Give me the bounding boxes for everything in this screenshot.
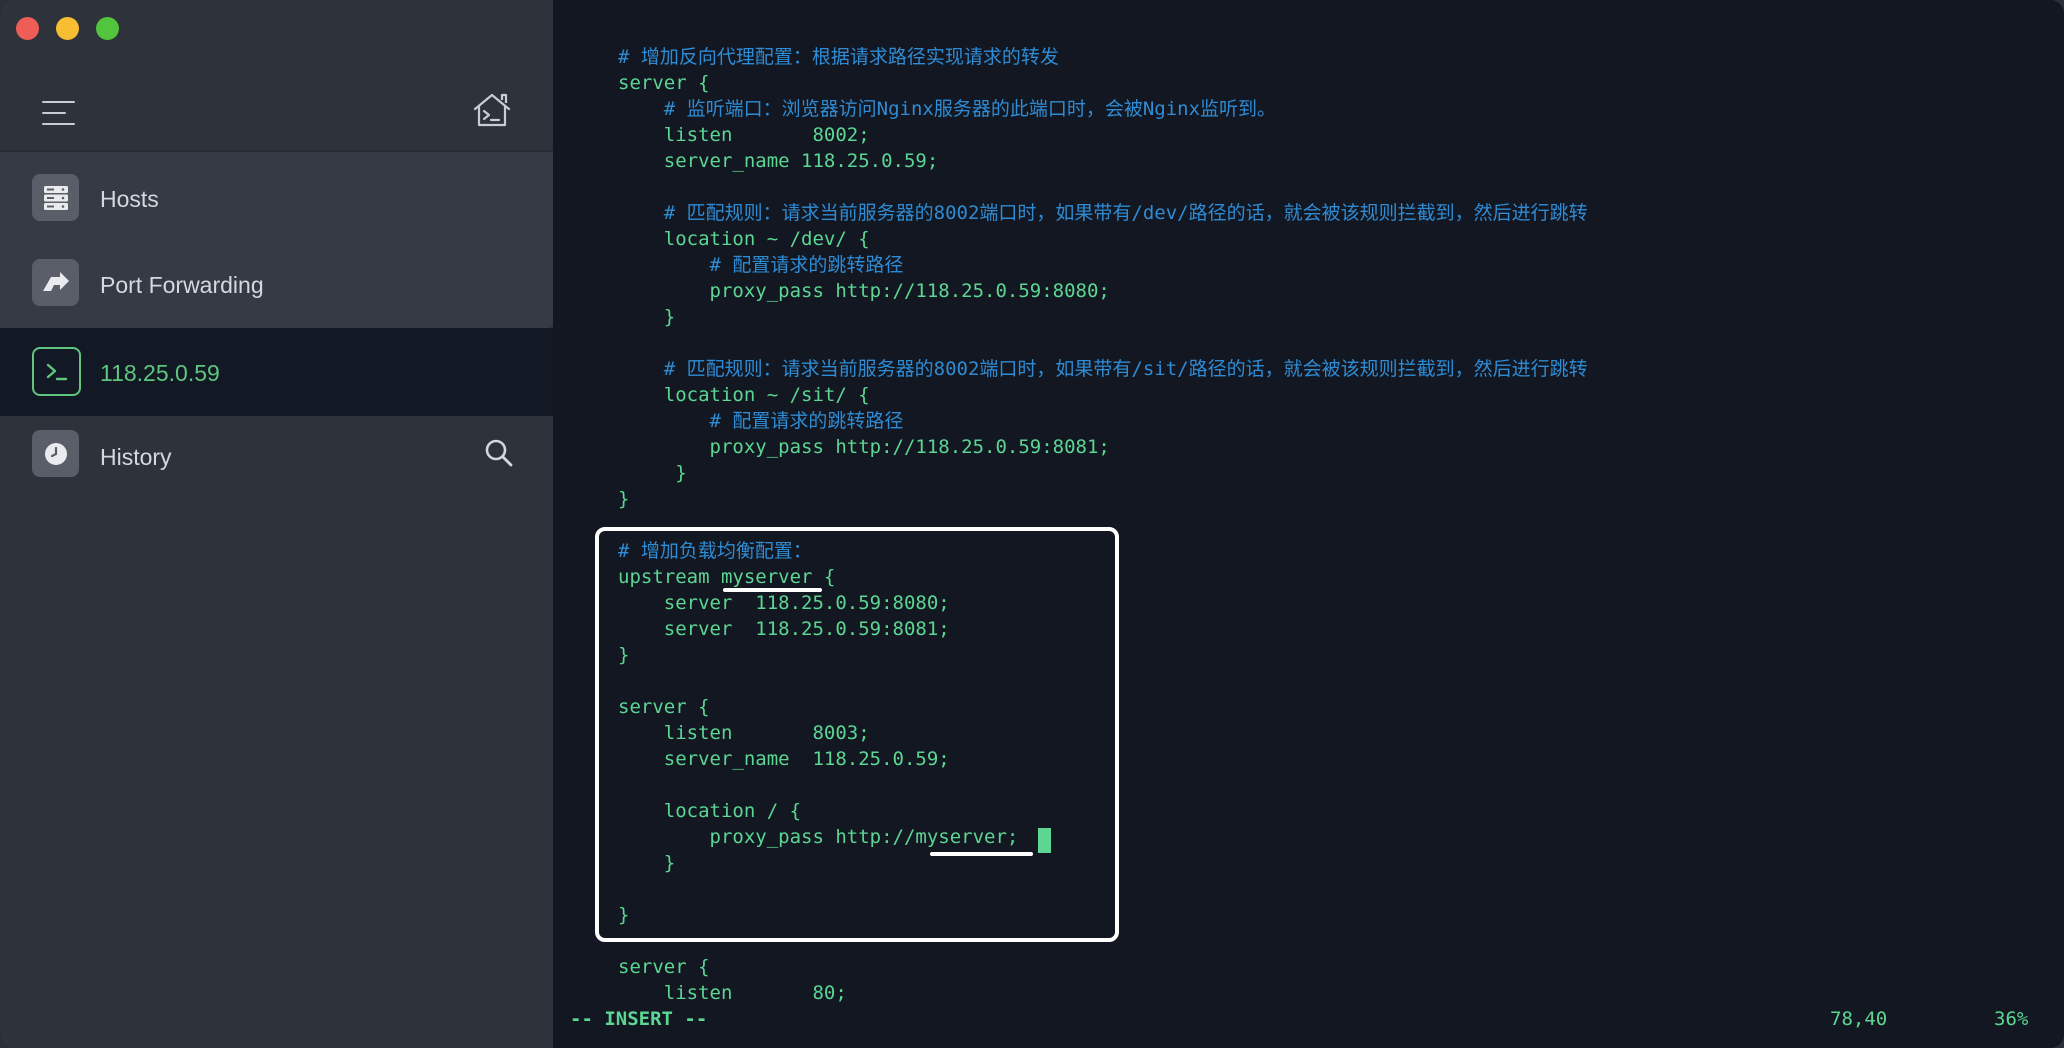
sidebar-item-port-forwarding[interactable]: Port Forwarding xyxy=(0,244,553,328)
highlight-box xyxy=(595,527,1119,942)
code-line: } xyxy=(618,306,676,328)
minimize-window-button[interactable] xyxy=(56,17,79,40)
code-comment-line: # 匹配规则：请求当前服务器的8002端口时，如果带有/dev/路径的话，就会被… xyxy=(618,202,1588,224)
underline-mark xyxy=(723,588,822,592)
code-line: listen 80; xyxy=(618,982,847,1004)
forward-arrow-icon xyxy=(32,259,79,306)
code-line: proxy_pass http://118.25.0.59:8081; xyxy=(618,436,1110,458)
code-comment-line: # 匹配规则：请求当前服务器的8002端口时，如果带有/sit/路径的话，就会被… xyxy=(618,358,1588,380)
code-line: server { xyxy=(618,956,710,978)
terminal-pane[interactable]: # 增加反向代理配置：根据请求路径实现请求的转发 server { # 监听端口：… xyxy=(553,0,2064,1048)
code-line: listen 8002; xyxy=(618,124,870,146)
clock-icon xyxy=(32,430,79,477)
mode-indicator: -- INSERT -- xyxy=(570,1008,708,1030)
cursor-position: 78,40 xyxy=(1830,1008,1888,1030)
code-comment-line: # 监听端口：浏览器访问Nginx服务器的此端口时，会被Nginx监听到。 xyxy=(618,98,1277,120)
sidebar: Hosts Port Forwarding 118.25.0.59 Histor… xyxy=(0,0,553,1048)
code-comment-line: # 配置请求的跳转路径 xyxy=(618,410,904,432)
sidebar-item-label: Port Forwarding xyxy=(100,272,264,298)
sidebar-item-label: 118.25.0.59 xyxy=(100,360,220,386)
sidebar-item-hosts[interactable]: Hosts xyxy=(0,156,553,240)
scroll-percent: 36% xyxy=(1994,1008,2029,1030)
server-rack-icon xyxy=(32,174,79,221)
menu-icon[interactable] xyxy=(42,101,75,125)
sidebar-item-label: Hosts xyxy=(100,186,159,212)
sidebar-item-history[interactable]: History xyxy=(0,416,553,500)
search-icon[interactable] xyxy=(484,438,514,468)
code-line: } xyxy=(618,462,687,484)
code-line: server_name 118.25.0.59; xyxy=(618,150,939,172)
code-line: server { xyxy=(618,72,710,94)
vim-status-bar: -- INSERT -- 78,40 36% xyxy=(553,1008,2064,1034)
code-line: location ~ /sit/ { xyxy=(618,384,870,406)
sidebar-item-label: History xyxy=(100,444,172,470)
home-terminal-icon[interactable] xyxy=(472,91,512,129)
maximize-window-button[interactable] xyxy=(96,17,119,40)
close-window-button[interactable] xyxy=(16,17,39,40)
code-comment-line: # 配置请求的跳转路径 xyxy=(618,254,904,276)
code-line: proxy_pass http://118.25.0.59:8080; xyxy=(618,280,1110,302)
app-window: Hosts Port Forwarding 118.25.0.59 Histor… xyxy=(0,0,2064,1048)
sidebar-item-session-active[interactable]: 118.25.0.59 xyxy=(0,328,553,416)
terminal-icon xyxy=(32,347,81,396)
underline-mark xyxy=(930,852,1033,856)
code-line: location ~ /dev/ { xyxy=(618,228,870,250)
code-line: } xyxy=(618,488,630,510)
code-comment-line: # 增加反向代理配置：根据请求路径实现请求的转发 xyxy=(618,46,1059,68)
text-cursor xyxy=(1038,828,1051,853)
